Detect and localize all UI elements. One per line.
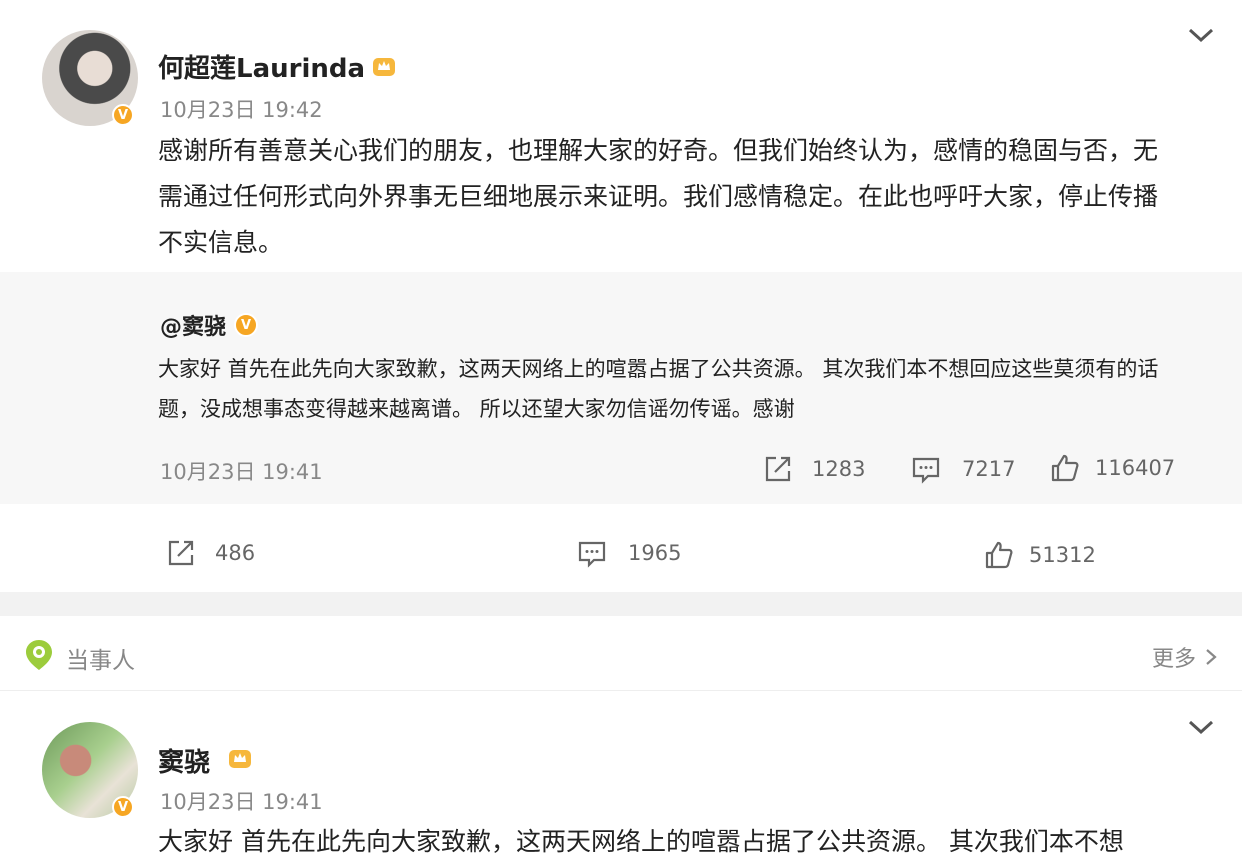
verified-icon: V: [112, 104, 134, 126]
section-label: 当事人: [66, 648, 135, 674]
map-pin-icon: [26, 640, 52, 670]
post-text: 大家好 首先在此先向大家致歉，这两天网络上的喧嚣占据了公共资源。 其次我们本不想: [158, 827, 1124, 856]
post-time: 10月23日 19:41: [160, 790, 323, 814]
post-text: 感谢所有善意关心我们的朋友，也理解大家的好奇。但我们始终认为，感情的稳固与否，无…: [158, 136, 1159, 257]
more-label: 更多: [1152, 647, 1197, 672]
chevron-right-icon: [1206, 649, 1217, 665]
share-icon: [168, 540, 194, 566]
share-count: 486: [215, 541, 256, 565]
author-name[interactable]: 何超莲Laurinda: [158, 48, 365, 85]
comment-count: 7217: [962, 457, 1016, 481]
repost-time: 10月23日 19:41: [160, 460, 323, 484]
crown-icon: [229, 750, 251, 768]
like-icon: [1051, 454, 1079, 482]
divider: [0, 690, 1242, 691]
repost-share-button[interactable]: 1283: [762, 453, 865, 485]
repost-text: 大家好 首先在此先向大家致歉，这两天网络上的喧嚣占据了公共资源。 其次我们本不想…: [158, 357, 1159, 421]
repost-like-button[interactable]: 116407: [1049, 452, 1175, 484]
like-count: 116407: [1095, 456, 1176, 480]
share-icon: [765, 456, 791, 482]
repost-comment-button[interactable]: 7217: [910, 453, 1015, 485]
comment-button[interactable]: 1965: [576, 537, 681, 569]
comment-icon: [912, 457, 940, 484]
like-icon: [985, 541, 1013, 569]
verified-icon: V: [112, 796, 134, 818]
comment-count: 1965: [628, 541, 682, 565]
share-count: 1283: [812, 457, 866, 481]
verified-icon: V: [234, 313, 259, 337]
crown-icon: [373, 58, 395, 76]
chevron-down-icon[interactable]: [1186, 716, 1216, 738]
like-button[interactable]: 51312: [983, 539, 1096, 571]
chevron-down-icon[interactable]: [1186, 24, 1216, 46]
like-count: 51312: [1029, 543, 1096, 567]
share-button[interactable]: 486: [165, 537, 255, 569]
post-time: 10月23日 19:42: [160, 98, 323, 122]
repost-author-row: @窦骁 V: [160, 309, 259, 341]
author-name[interactable]: 窦骁: [158, 742, 210, 779]
comment-icon: [578, 541, 606, 568]
more-link[interactable]: 更多: [1152, 641, 1218, 673]
repost-author[interactable]: @窦骁: [160, 309, 226, 341]
